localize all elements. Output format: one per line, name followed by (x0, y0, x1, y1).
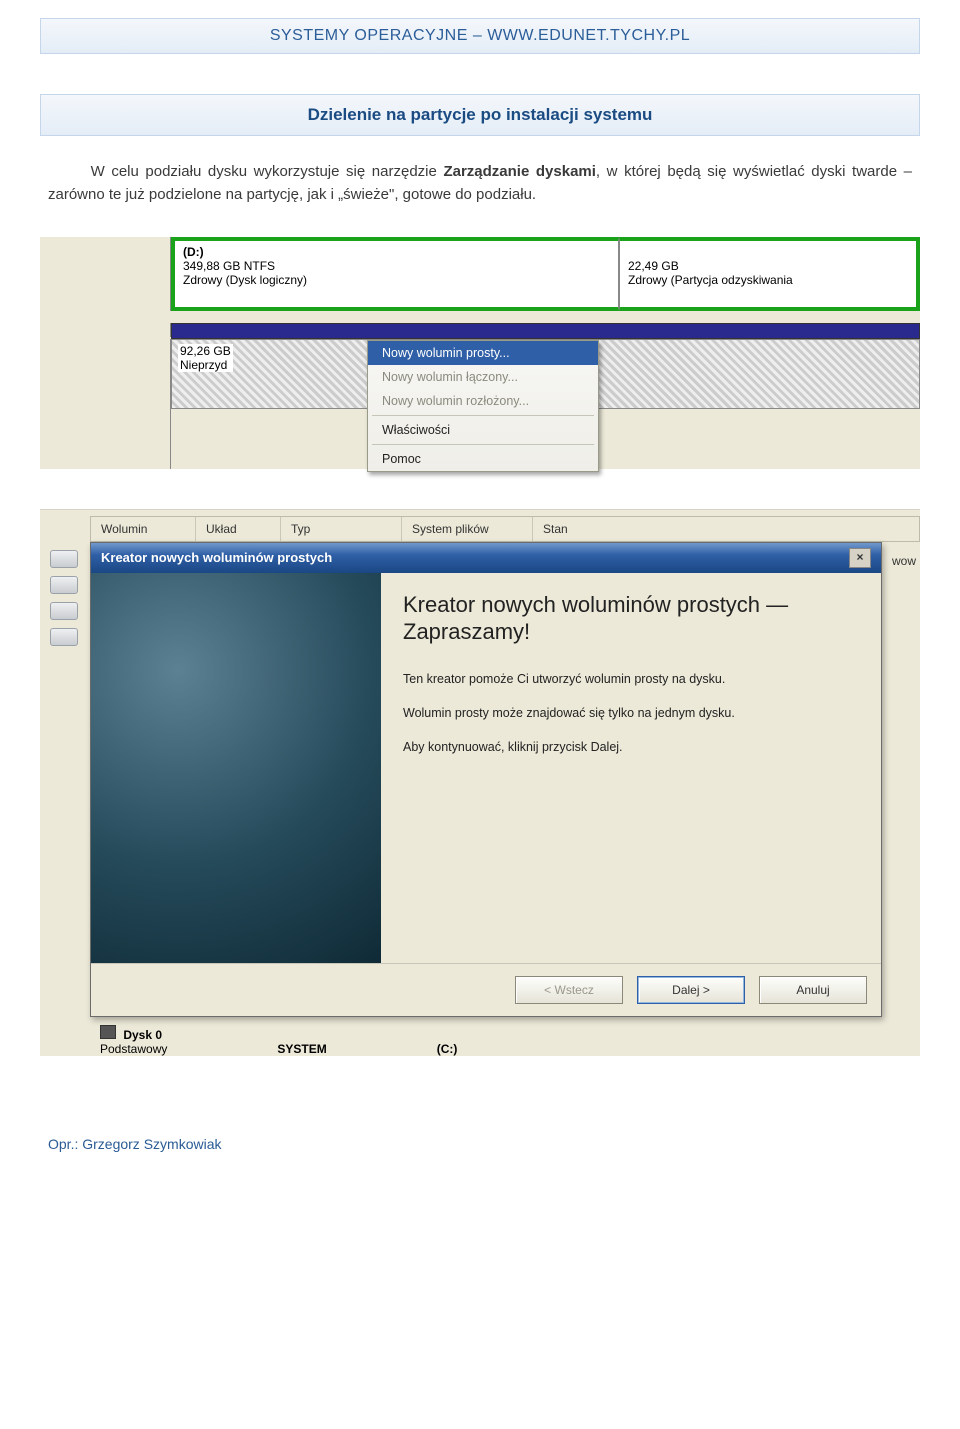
back-button: < Wstecz (515, 976, 623, 1004)
truncated-text: wow (892, 554, 916, 568)
drive-icon (50, 602, 78, 620)
article-title: Dzielenie na partycje po instalacji syst… (40, 94, 920, 136)
volumes-table-header: Wolumin Układ Typ System plików Stan (90, 516, 920, 542)
drive-icon (50, 550, 78, 568)
intro-lead: W celu podziału dysku wykorzystuje się n… (91, 163, 444, 180)
unallocated-size: 92,26 GB (180, 344, 231, 358)
menu-new-striped-volume: Nowy wolumin rozłożony... (368, 389, 598, 413)
disk-type: Podstawowy (100, 1042, 167, 1056)
cancel-button[interactable]: Anuluj (759, 976, 867, 1004)
th-filesystem[interactable]: System plików (402, 517, 533, 541)
partition-recovery-size: 22,49 GB (628, 259, 679, 273)
th-status[interactable]: Stan (533, 517, 919, 541)
unallocated-status: Nieprzyd (180, 358, 227, 372)
menu-new-spanned-volume: Nowy wolumin łączony... (368, 365, 598, 389)
page-footer: Opr.: Grzegorz Szymkowiak (40, 1136, 920, 1152)
drive-icon (50, 576, 78, 594)
partition-d-size: 349,88 GB NTFS (183, 259, 275, 273)
wizard-text-2: Wolumin prosty może znajdować się tylko … (403, 706, 859, 720)
next-button[interactable]: Dalej > (637, 976, 745, 1004)
th-type[interactable]: Typ (281, 517, 402, 541)
wizard-side-graphic (91, 573, 381, 963)
disk-icon (100, 1025, 116, 1039)
wizard-heading: Kreator nowych woluminów prostych — Zapr… (403, 591, 859, 646)
wizard-text-3: Aby kontynuować, kliknij przycisk Dalej. (403, 740, 859, 754)
partition-d-letter: (D:) (183, 245, 204, 259)
menu-help[interactable]: Pomoc (368, 447, 598, 471)
th-volume[interactable]: Wolumin (91, 517, 196, 541)
intro-paragraph: W celu podziału dysku wykorzystuje się n… (48, 160, 912, 207)
screenshot-wizard: wow Wolumin Układ Typ System plików Stan… (40, 509, 920, 1056)
disk-footer-row: Dysk 0 Podstawowy SYSTEM (C:) (100, 1025, 920, 1056)
intro-bold: Zarządzanie dyskami (443, 163, 595, 180)
wizard-title-text: Kreator nowych woluminów prostych (101, 550, 332, 565)
disk-name: Dysk 0 (123, 1028, 162, 1042)
wizard-button-row: < Wstecz Dalej > Anuluj (91, 963, 881, 1016)
disk-col3: (C:) (437, 1042, 458, 1056)
context-menu[interactable]: Nowy wolumin prosty... Nowy wolumin łącz… (367, 340, 599, 472)
screenshot-disk-management: (D:) 349,88 GB NTFS Zdrowy (Dysk logiczn… (40, 237, 920, 469)
drive-icon (50, 628, 78, 646)
wizard-titlebar[interactable]: Kreator nowych woluminów prostych × (91, 543, 881, 573)
page-header: SYSTEMY OPERACYJNE – WWW.EDUNET.TYCHY.PL (40, 18, 920, 54)
drive-icons-column (50, 550, 78, 646)
disk-col2: SYSTEM (277, 1042, 326, 1056)
wizard-text-1: Ten kreator pomoże Ci utworzyć wolumin p… (403, 672, 859, 686)
th-layout[interactable]: Układ (196, 517, 281, 541)
menu-properties[interactable]: Właściwości (368, 418, 598, 442)
menu-new-simple-volume[interactable]: Nowy wolumin prosty... (368, 341, 598, 365)
partition-recovery-status: Zdrowy (Partycja odzyskiwania (628, 273, 793, 287)
wizard-dialog: Kreator nowych woluminów prostych × Krea… (90, 542, 882, 1017)
partition-d-status: Zdrowy (Dysk logiczny) (183, 273, 307, 287)
close-icon[interactable]: × (849, 548, 871, 568)
unallocated-space[interactable]: 92,26 GB Nieprzyd Nowy wolumin prosty...… (171, 339, 920, 409)
